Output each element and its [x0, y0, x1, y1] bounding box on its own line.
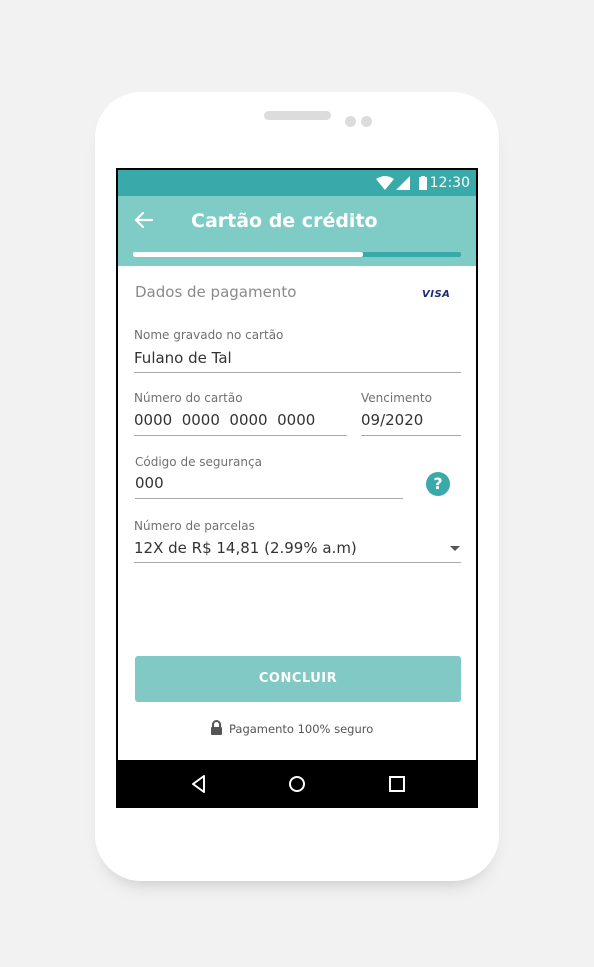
- wifi-icon: [376, 176, 394, 190]
- nav-back-button[interactable]: [188, 773, 210, 795]
- installments-label: Número de parcelas: [134, 519, 255, 533]
- square-recents-icon: [389, 776, 405, 792]
- secure-payment-note: Pagamento 100% seguro: [210, 720, 373, 736]
- section-title: Dados de pagamento: [135, 283, 297, 301]
- name-label: Nome gravado no cartão: [134, 328, 284, 342]
- app-bar: Cartão de crédito: [118, 196, 476, 266]
- status-icons: [376, 176, 428, 190]
- nav-recents-button[interactable]: [386, 773, 408, 795]
- status-bar: 12:30: [118, 170, 476, 196]
- nav-home-button[interactable]: [286, 773, 308, 795]
- secure-payment-text: Pagamento 100% seguro: [229, 722, 374, 736]
- step-progress-bar: [133, 252, 461, 257]
- expiry-underline: [361, 435, 461, 436]
- page-title: Cartão de crédito: [191, 210, 378, 232]
- status-time: 12:30: [429, 175, 470, 191]
- payment-form: Dados de pagamento VISA Nome gravado no …: [118, 266, 476, 760]
- triangle-back-icon: [192, 775, 205, 793]
- expiry-label: Vencimento: [361, 391, 432, 405]
- phone-camera: [345, 116, 356, 127]
- installments-select[interactable]: 12X de R$ 14,81 (2.99% a.m): [134, 539, 357, 557]
- installments-underline: [134, 562, 461, 563]
- lock-icon: [211, 720, 222, 735]
- signal-icon: [396, 176, 410, 190]
- submit-button[interactable]: CONCLUIR: [135, 656, 461, 702]
- cvv-input[interactable]: 000: [135, 474, 164, 492]
- card-number-input[interactable]: 0000 0000 0000 0000: [134, 411, 315, 429]
- step-progress-fill: [133, 252, 363, 257]
- arrow-left-icon: [134, 211, 154, 229]
- back-button[interactable]: [134, 210, 160, 234]
- cvv-underline: [135, 498, 403, 499]
- card-number-label: Número do cartão: [134, 391, 243, 405]
- expiry-input[interactable]: 09/2020: [361, 411, 423, 429]
- name-underline: [134, 372, 461, 373]
- android-nav-bar: [118, 760, 476, 806]
- cvv-label: Código de segurança: [135, 455, 262, 469]
- phone-screen: 12:30 Cartão de crédito Dados de pagamen…: [116, 168, 478, 808]
- chevron-down-icon[interactable]: [450, 546, 460, 551]
- phone-speaker: [264, 111, 331, 120]
- question-circle-icon[interactable]: ?: [426, 472, 450, 496]
- cardholder-name-input[interactable]: Fulano de Tal: [134, 349, 232, 367]
- card-number-underline: [134, 435, 347, 436]
- circle-home-icon: [289, 776, 305, 792]
- battery-icon: [419, 176, 427, 190]
- phone-sensor: [361, 116, 372, 127]
- visa-logo: VISA: [422, 289, 451, 300]
